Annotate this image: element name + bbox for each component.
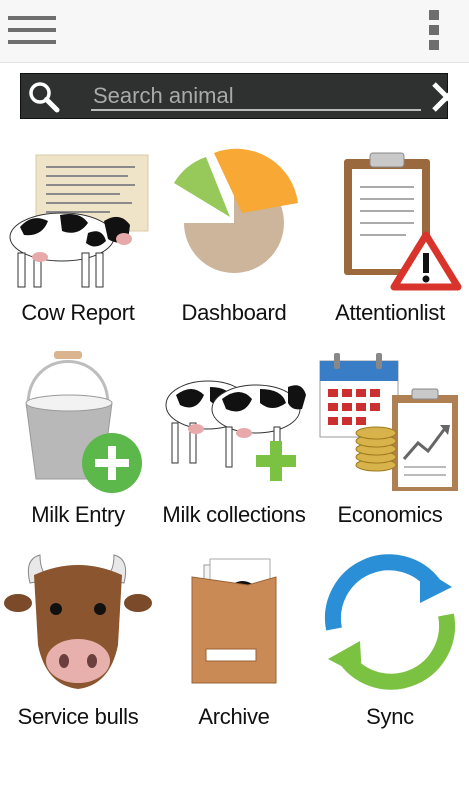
- tile-attentionlist[interactable]: Attentionlist: [312, 145, 468, 345]
- tile-sync[interactable]: Sync: [312, 549, 468, 749]
- tile-service-bulls[interactable]: Service bulls: [0, 549, 156, 749]
- hamburger-menu-icon[interactable]: [8, 12, 56, 48]
- action-bar: [0, 0, 469, 63]
- milk-bucket-add-icon: [25, 351, 142, 493]
- tile-label: Archive: [198, 704, 270, 729]
- tile-dashboard[interactable]: Dashboard: [156, 145, 312, 345]
- tile-label: Service bulls: [17, 704, 139, 729]
- archive-box-icon: [191, 558, 277, 684]
- tile-milk-entry[interactable]: Milk Entry: [0, 347, 156, 547]
- search-bar: [20, 73, 462, 119]
- tile-archive[interactable]: Archive: [156, 549, 312, 749]
- calendar-coins-chart-icon: [319, 353, 458, 491]
- tile-label: Milk Entry: [31, 502, 125, 527]
- tile-economics[interactable]: Economics: [312, 347, 468, 547]
- clipboard-warning-icon: [344, 152, 462, 291]
- tile-milk-collections[interactable]: Milk collections: [156, 347, 312, 547]
- tile-label: Milk collections: [162, 502, 306, 527]
- pie-chart-icon: [174, 148, 298, 273]
- bull-head-icon: [4, 554, 152, 689]
- tile-label: Sync: [366, 704, 414, 729]
- search-icon: [29, 82, 60, 113]
- tile-label: Cow Report: [21, 300, 135, 325]
- tile-label: Economics: [337, 502, 443, 527]
- tile-label: Attentionlist: [335, 300, 445, 325]
- tile-cow-report[interactable]: Cow Report: [0, 145, 156, 345]
- cows-add-icon: [165, 380, 306, 481]
- sync-arrows-icon: [324, 554, 456, 690]
- search-animal-input[interactable]: [91, 83, 421, 111]
- clear-search-icon[interactable]: [429, 79, 465, 115]
- tile-label: Dashboard: [181, 300, 287, 325]
- cow-report-icon: [9, 154, 149, 288]
- more-vertical-icon[interactable]: [424, 10, 444, 54]
